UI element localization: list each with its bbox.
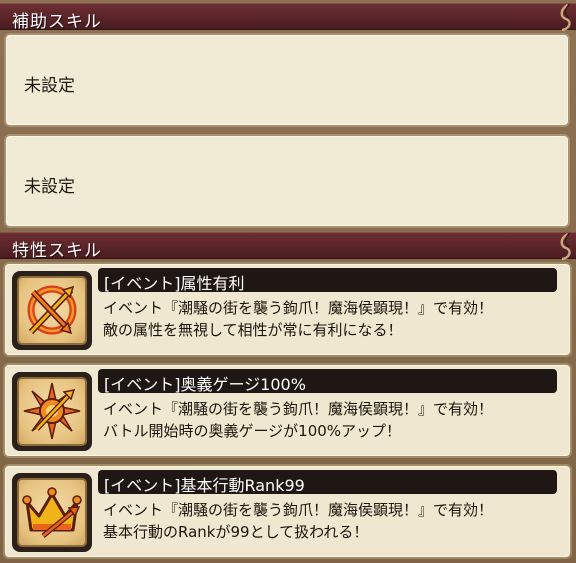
support-skills-title: 補助スキル — [12, 12, 102, 32]
scroll-ornament-icon — [560, 232, 571, 260]
support-skill-slot-2[interactable]: 未設定 — [4, 134, 570, 228]
skill-description: イベント『潮騒の街を襲う鉤爪！魔海侯顕現！』で有効！ 基本行動のRankが99と… — [103, 499, 493, 543]
support-skill-slot-1[interactable]: 未設定 — [4, 33, 570, 127]
skill-description-line-1: イベント『潮騒の街を襲う鉤爪！魔海侯顕現！』で有効！ — [103, 299, 494, 317]
skill-name: [イベント]奥義ゲージ100% — [104, 375, 306, 394]
crown-arrow-icon — [22, 487, 82, 538]
trait-skill-card-3[interactable]: [イベント]基本行動Rank99 イベント『潮騒の街を襲う鉤爪！魔海侯顕現！』で… — [3, 464, 572, 559]
scroll-ornament-icon — [560, 3, 571, 31]
slot-label: 未設定 — [24, 76, 75, 96]
skill-icon-frame — [12, 372, 92, 451]
skill-description-line-2: 基本行動のRankが99として扱われる！ — [103, 523, 369, 541]
skill-description-line-1: イベント『潮騒の街を襲う鉤爪！魔海侯顕現！』で有効！ — [103, 501, 494, 519]
trait-skill-card-1[interactable]: [イベント]属性有利 イベント『潮騒の街を襲う鉤爪！魔海侯顕現！』で有効！ 敵の… — [3, 262, 572, 357]
skill-description-line-2: バトル開始時の奥義ゲージが100%アップ！ — [103, 422, 402, 440]
crossed-arrows-target-icon — [27, 285, 77, 335]
trait-skills-title: 特性スキル — [12, 241, 102, 261]
burst-wheel-arrow-icon — [23, 382, 81, 440]
skill-name: [イベント]属性有利 — [104, 274, 245, 293]
skill-description-line-2: 敵の属性を無視して相性が常に有利になる！ — [103, 321, 403, 339]
skill-icon-frame — [12, 473, 92, 552]
skill-description: イベント『潮騒の街を襲う鉤爪！魔海侯顕現！』で有効！ バトル開始時の奥義ゲージが… — [103, 398, 493, 442]
skill-name-bar: [イベント]奥義ゲージ100% — [98, 369, 557, 394]
skill-name-bar: [イベント]属性有利 — [98, 268, 557, 293]
trait-skill-card-2[interactable]: [イベント]奥義ゲージ100% イベント『潮騒の街を襲う鉤爪！魔海侯顕現！』で有… — [3, 363, 572, 458]
skill-name-bar: [イベント]基本行動Rank99 — [98, 470, 557, 495]
support-skills-header: 補助スキル — [0, 3, 576, 32]
skill-icon-frame — [12, 271, 92, 350]
trait-skills-header: 特性スキル — [0, 232, 576, 261]
skill-name: [イベント]基本行動Rank99 — [104, 476, 305, 495]
skill-panel: 補助スキル 未設定 未設定 特性スキル [イベント]属性有利 イベント『潮騒の街… — [0, 0, 576, 563]
skill-description-line-1: イベント『潮騒の街を襲う鉤爪！魔海侯顕現！』で有効！ — [103, 400, 494, 418]
skill-description: イベント『潮騒の街を襲う鉤爪！魔海侯顕現！』で有効！ 敵の属性を無視して相性が常… — [103, 297, 493, 341]
slot-label: 未設定 — [24, 177, 75, 197]
